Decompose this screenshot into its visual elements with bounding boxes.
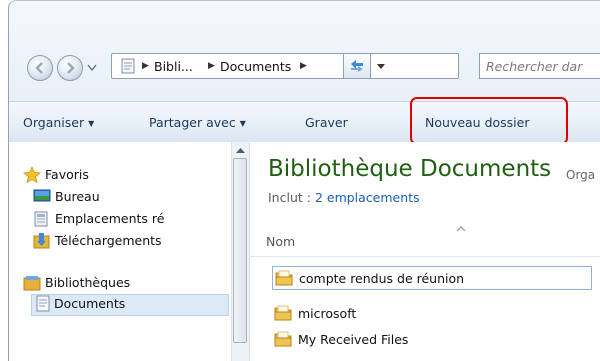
address-history-dropdown-icon[interactable] (376, 63, 386, 71)
forward-button[interactable] (57, 55, 83, 81)
file-name: microsoft (298, 306, 357, 321)
scroll-thumb[interactable] (233, 158, 247, 343)
sidebar-item-downloads[interactable]: Téléchargements (33, 232, 229, 252)
forward-arrow-icon (67, 62, 75, 74)
sidebar-label: Emplacements ré (55, 211, 165, 226)
file-name: My Received Files (298, 332, 409, 347)
downloads-folder-icon (33, 233, 50, 249)
sidebar-label: Bureau (55, 189, 100, 204)
breadcrumb-separator-icon[interactable]: ▶ (142, 61, 149, 71)
file-row[interactable]: compte rendus de réunion (272, 266, 592, 290)
includes-label: Inclut : (268, 190, 311, 205)
refresh-button[interactable] (343, 53, 371, 79)
back-arrow-icon (35, 62, 43, 74)
content-area: Favoris Bureau Emplacements ré Télécharg… (9, 142, 600, 361)
arrange-by-label[interactable]: Orga (566, 168, 595, 182)
file-row[interactable]: My Received Files (274, 328, 594, 352)
scroll-up-icon[interactable] (233, 145, 248, 157)
desktop-icon (33, 189, 51, 202)
dropdown-caret-icon: ▼ (239, 119, 246, 128)
file-list-pane: Bibliothèque Documents Orga Inclut : 2 e… (250, 142, 600, 361)
documents-library-icon (121, 58, 135, 74)
includes-locations-link[interactable]: 2 emplacements (315, 190, 420, 205)
sidebar-item-documents[interactable]: Documents (31, 294, 229, 316)
navigation-scrollbar[interactable] (231, 142, 249, 361)
recent-pages-chevron-icon[interactable] (87, 64, 97, 72)
breadcrumb-libraries[interactable]: Bibli... (154, 59, 193, 74)
column-divider (250, 256, 600, 257)
address-bar[interactable]: ▶ Bibli... ▶ Documents ▶ (111, 53, 459, 79)
sidebar-item-recent-places[interactable]: Emplacements ré (33, 210, 229, 230)
library-title: Bibliothèque Documents (268, 156, 552, 182)
sidebar-label: Favoris (45, 167, 89, 182)
sort-ascending-icon (456, 226, 466, 232)
new-folder-button[interactable]: Nouveau dossier (425, 115, 529, 130)
refresh-icon (351, 60, 363, 72)
column-header-name[interactable]: Nom (266, 234, 295, 249)
file-row[interactable]: microsoft (274, 302, 594, 326)
star-icon (23, 166, 41, 184)
sidebar-label: Documents (54, 296, 126, 311)
breadcrumb-documents[interactable]: Documents (220, 59, 291, 74)
navigation-bar: ▶ Bibli... ▶ Documents ▶ Rechercher dar (9, 1, 600, 93)
sidebar-label: Bibliothèques (45, 275, 131, 290)
libraries-icon (23, 276, 41, 291)
dropdown-caret-icon: ▼ (88, 119, 95, 128)
breadcrumb-separator-icon[interactable]: ▶ (208, 61, 215, 71)
share-with-button[interactable]: Partager avec ▼ (149, 115, 246, 130)
folder-icon (275, 270, 293, 286)
back-button[interactable] (27, 55, 53, 81)
navigation-pane: Favoris Bureau Emplacements ré Télécharg… (9, 142, 250, 361)
breadcrumb-separator-icon[interactable]: ▶ (300, 61, 307, 71)
library-includes: Inclut : 2 emplacements (268, 190, 420, 205)
folder-icon (274, 305, 292, 321)
organize-label: Organiser (23, 115, 85, 130)
command-toolbar: Organiser ▼ Partager avec ▼ Graver Nouveau… (9, 101, 600, 143)
folder-icon (274, 331, 292, 347)
file-name: compte rendus de réunion (299, 271, 465, 286)
organize-button[interactable]: Organiser ▼ (23, 115, 94, 130)
documents-icon (36, 295, 50, 312)
recent-places-icon (34, 211, 48, 227)
burn-button[interactable]: Graver (305, 115, 348, 130)
share-with-label: Partager avec (149, 115, 236, 130)
search-input[interactable]: Rechercher dar (479, 53, 600, 79)
sidebar-label: Téléchargements (55, 233, 162, 248)
explorer-window: ▶ Bibli... ▶ Documents ▶ Rechercher dar … (8, 0, 600, 361)
